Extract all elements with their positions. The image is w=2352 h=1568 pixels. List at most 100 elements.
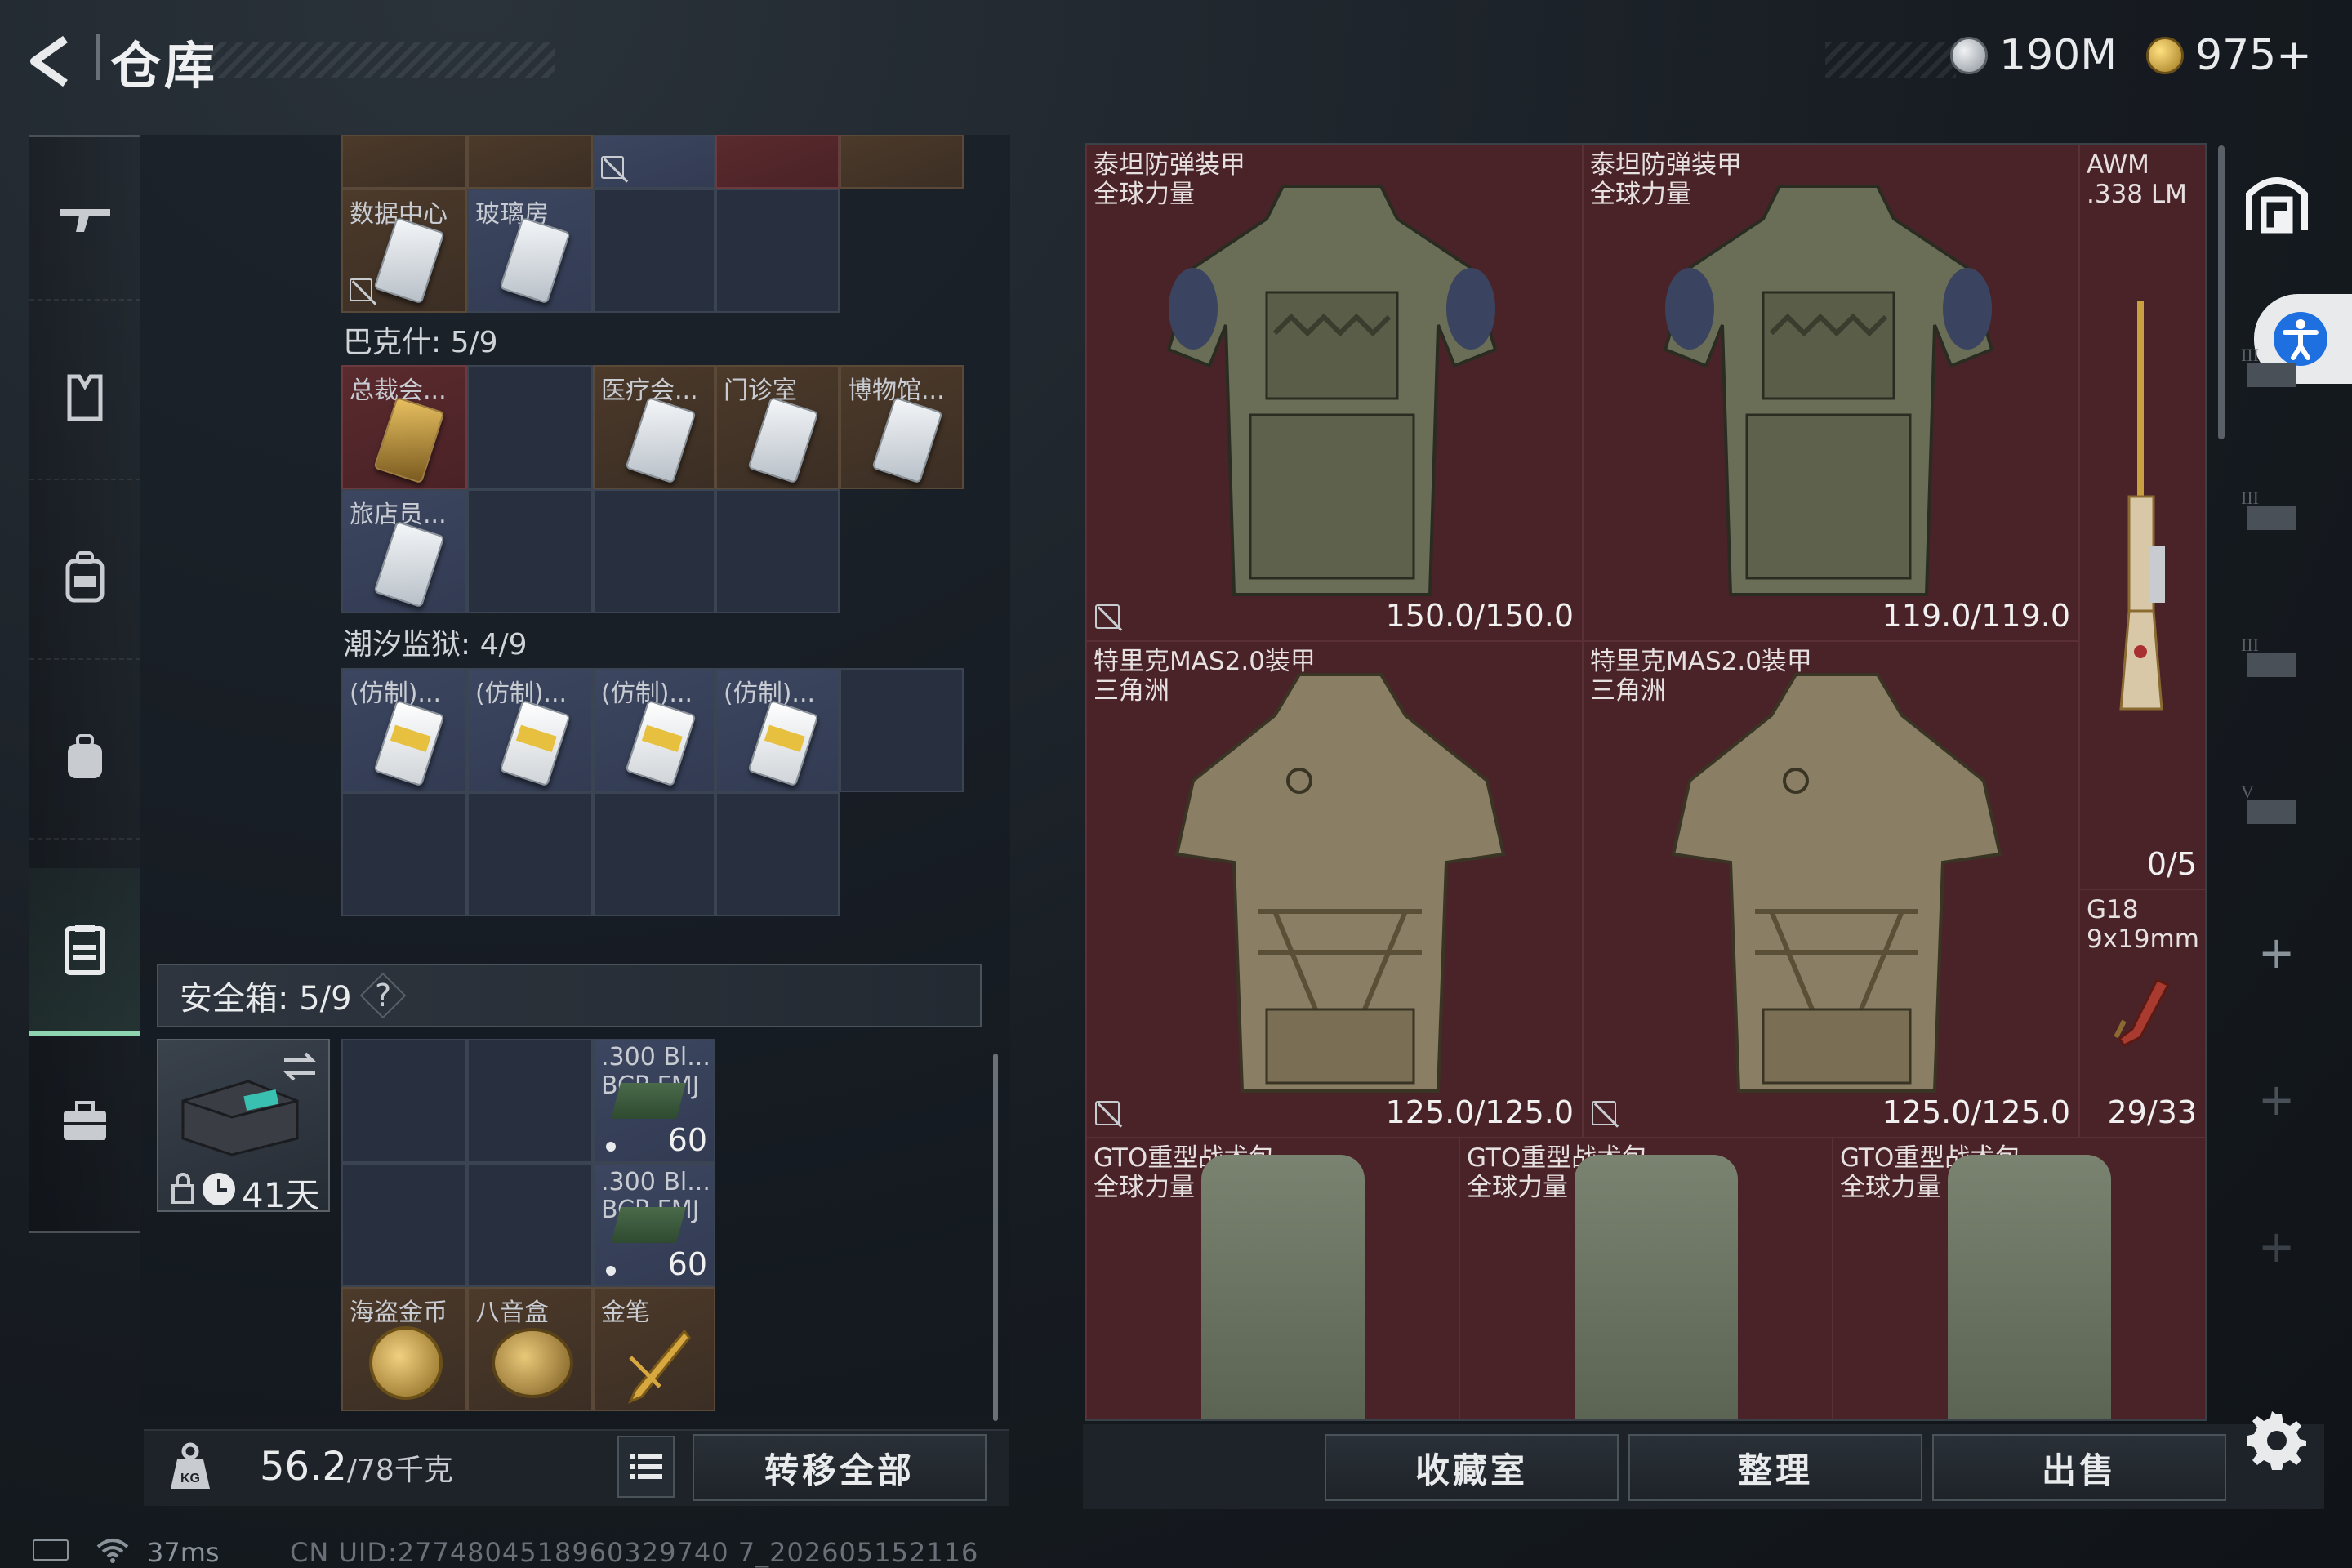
stash-tab-3[interactable]: III bbox=[2239, 335, 2305, 400]
key-card-slot[interactable]: (仿制)... bbox=[593, 668, 715, 792]
armor-slot[interactable]: 泰坦防弹装甲 全球力量 150.0/150.0 bbox=[1086, 145, 1583, 641]
collection-button[interactable]: 收藏室 bbox=[1325, 1434, 1619, 1501]
sidebar-item-storage[interactable] bbox=[29, 868, 140, 1036]
grid-cell[interactable] bbox=[840, 135, 964, 189]
item-name: G18 9x19mm bbox=[2087, 895, 2199, 954]
grid-cell[interactable] bbox=[715, 189, 840, 313]
key-card-slot[interactable]: 总裁会... bbox=[341, 365, 467, 489]
stash-tab-6[interactable]: V bbox=[2239, 772, 2305, 837]
key-card-slot[interactable]: 玻璃房 bbox=[467, 189, 593, 313]
section-title-tide: 潮汐监狱: 4/9 bbox=[343, 628, 528, 662]
stash-level-icon: V bbox=[2241, 782, 2296, 824]
armor-slot[interactable]: 特里克MAS2.0装甲 三角洲 125.0/125.0 bbox=[1583, 641, 2079, 1138]
titan-armor-icon bbox=[1663, 185, 1994, 596]
safebox-item[interactable]: 41天 bbox=[157, 1039, 330, 1215]
silver-amount: 190M bbox=[1999, 31, 2118, 80]
list-view-button[interactable] bbox=[617, 1436, 675, 1498]
battery-icon bbox=[33, 1539, 69, 1561]
stash-scrollbar[interactable] bbox=[2218, 145, 2225, 439]
grid-cell[interactable] bbox=[715, 489, 840, 613]
grid-cell[interactable] bbox=[467, 365, 593, 489]
ammo-slot[interactable]: .300 Bl... BCP FMJ 60 bbox=[593, 1039, 715, 1163]
grid-cell[interactable] bbox=[593, 792, 715, 916]
section-title-bakesh: 巴克什: 5/9 bbox=[343, 326, 498, 359]
keycard-icon bbox=[499, 699, 571, 787]
backpack-icon bbox=[65, 551, 105, 603]
gold-coin-item-icon bbox=[369, 1326, 443, 1400]
add-tab-icon[interactable]: + bbox=[2258, 1221, 2295, 1272]
sell-button[interactable]: 出售 bbox=[1932, 1434, 2226, 1501]
grid-cell[interactable] bbox=[341, 1039, 467, 1163]
ammo-slot[interactable]: .300 Bl... BCP FMJ 60 bbox=[593, 1163, 715, 1287]
weight-display: 56.2 /78千克 bbox=[260, 1444, 453, 1490]
stash-level-icon: III bbox=[2241, 345, 2296, 387]
silver-currency[interactable]: 190M bbox=[1950, 31, 2117, 80]
key-card-slot[interactable]: 博物馆... bbox=[840, 365, 964, 489]
back-arrow-icon[interactable] bbox=[24, 33, 82, 90]
sidebar-item-bag[interactable] bbox=[29, 676, 140, 840]
valuable-slot[interactable]: 金笔 bbox=[593, 1287, 715, 1411]
weapon-slot[interactable]: G18 9x19mm 29/33 bbox=[2079, 889, 2206, 1138]
key-card-slot[interactable]: 数据中心 bbox=[341, 189, 467, 313]
backpack-slot[interactable]: GTO重型战术包 全球力量 bbox=[1086, 1138, 1459, 1419]
grid-cell[interactable] bbox=[341, 1163, 467, 1287]
stash-tab-4[interactable]: III bbox=[2239, 478, 2305, 543]
grid-cell[interactable] bbox=[593, 135, 715, 189]
stash-tab-5[interactable]: III bbox=[2239, 625, 2305, 690]
ammo-name: .300 Bl... bbox=[601, 1168, 710, 1196]
armor-slot[interactable]: 泰坦防弹装甲 全球力量 119.0/119.0 bbox=[1583, 145, 2079, 641]
backpack-slot[interactable]: GTO重型战术包 全球力量 bbox=[1833, 1138, 2206, 1419]
no-insure-icon bbox=[1095, 604, 1120, 629]
weight-icon: KG bbox=[171, 1442, 210, 1489]
key-card-slot[interactable]: (仿制)... bbox=[715, 668, 840, 792]
grid-cell[interactable] bbox=[840, 668, 964, 792]
key-card-slot[interactable]: 旅店员... bbox=[341, 489, 467, 613]
valuable-slot[interactable]: 八音盒 bbox=[467, 1287, 593, 1411]
stash-panel: 泰坦防弹装甲 全球力量 150.0/150.0 泰坦防弹装甲 全球力量 119.0/… bbox=[1085, 143, 2207, 1421]
armor-slot[interactable]: 特里克MAS2.0装甲 三角洲 125.0/125.0 bbox=[1086, 641, 1583, 1138]
container-scrollbar[interactable] bbox=[993, 1054, 998, 1421]
transfer-all-button[interactable]: 转移全部 bbox=[693, 1434, 987, 1501]
durability: 125.0/125.0 bbox=[1882, 1094, 2070, 1130]
sidebar-item-weapons[interactable] bbox=[29, 137, 140, 301]
backpack-slot[interactable]: GTO重型战术包 全球力量 bbox=[1459, 1138, 1833, 1419]
add-tab-icon[interactable]: + bbox=[2258, 927, 2295, 978]
no-insure-icon bbox=[601, 156, 624, 179]
header-divider bbox=[96, 34, 100, 80]
grid-cell[interactable] bbox=[467, 489, 593, 613]
keycard-icon bbox=[373, 216, 445, 305]
stash-home-tab[interactable] bbox=[2238, 163, 2316, 242]
keycard-icon bbox=[747, 699, 819, 787]
sidebar-item-backpack[interactable] bbox=[29, 497, 140, 660]
safebox-title: 安全箱: 5/9 bbox=[180, 980, 352, 1018]
swap-icon[interactable] bbox=[281, 1050, 318, 1083]
sidebar-item-armor[interactable] bbox=[29, 317, 140, 480]
key-card-slot[interactable]: (仿制)... bbox=[467, 668, 593, 792]
grid-cell[interactable] bbox=[467, 135, 593, 189]
ammo-dot-icon bbox=[606, 1266, 616, 1276]
key-card-slot[interactable]: 医疗会... bbox=[593, 365, 715, 489]
grid-cell[interactable] bbox=[467, 1163, 593, 1287]
grid-cell[interactable] bbox=[593, 489, 715, 613]
weapon-slot[interactable]: AWM .338 LM 0/5 bbox=[2079, 145, 2206, 889]
grid-cell[interactable] bbox=[715, 135, 840, 189]
gold-currency[interactable]: 975+ bbox=[2146, 31, 2312, 80]
grid-cell[interactable] bbox=[341, 792, 467, 916]
warehouse-icon bbox=[2246, 177, 2308, 234]
grid-cell[interactable] bbox=[467, 1039, 593, 1163]
valuable-slot[interactable]: 海盗金币 bbox=[341, 1287, 467, 1411]
grid-cell[interactable] bbox=[715, 792, 840, 916]
key-card-slot[interactable]: 门诊室 bbox=[715, 365, 840, 489]
key-card-slot[interactable]: (仿制)... bbox=[341, 668, 467, 792]
grid-cell[interactable] bbox=[341, 135, 467, 189]
sidebar-item-briefcase[interactable] bbox=[29, 1040, 140, 1203]
gto-backpack-icon bbox=[1201, 1155, 1365, 1419]
ammo-count: 0/5 bbox=[2146, 846, 2197, 882]
settings-gear-icon[interactable] bbox=[2247, 1411, 2306, 1470]
help-icon[interactable]: ? bbox=[359, 972, 406, 1019]
grid-cell[interactable] bbox=[467, 792, 593, 916]
sort-button[interactable]: 整理 bbox=[1628, 1434, 1922, 1501]
add-tab-icon[interactable]: + bbox=[2258, 1074, 2295, 1125]
grid-cell[interactable] bbox=[593, 189, 715, 313]
svg-text:III: III bbox=[2241, 345, 2259, 365]
